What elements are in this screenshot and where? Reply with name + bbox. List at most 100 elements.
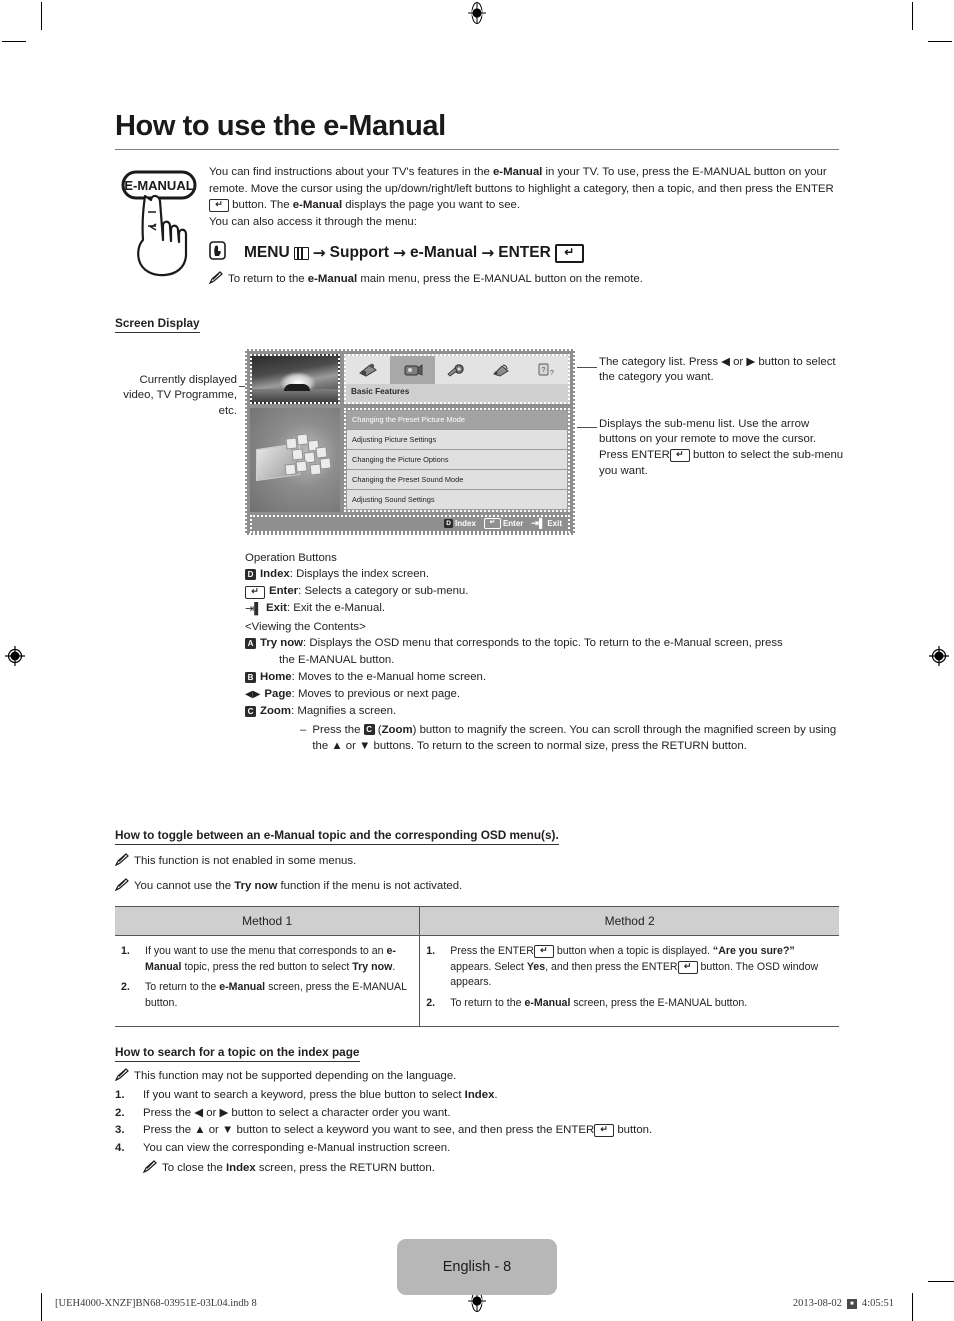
tv-submenu-item[interactable]: Changing the Preset Picture Mode <box>347 410 567 429</box>
enter-key-icon: ↵ <box>209 199 229 213</box>
op-page-name: Page <box>264 687 292 700</box>
m2s1p2: “Are you sure?” <box>712 945 795 958</box>
m1s1p4: . <box>392 960 396 973</box>
cjk-glyph-icon: ■ <box>846 1298 857 1309</box>
tv-artwork-panel <box>250 407 340 512</box>
thumbnail-horizon <box>252 388 338 402</box>
is1c: . <box>494 1089 498 1102</box>
menu-path-menu-label: MENU <box>244 243 290 261</box>
index-step-3: 3. Press the ▲ or ▼ button to select a k… <box>115 1122 839 1139</box>
opbar-exit[interactable]: ⇥▌ Exit <box>531 518 562 529</box>
toggle-note-1-text: This function is not enabled in some men… <box>134 855 357 868</box>
screen-display-heading-wrap: Screen Display <box>115 314 839 333</box>
op-try-now-name: Try now <box>260 637 304 650</box>
leader-line-right-1 <box>577 366 597 368</box>
index-step-1-number: 1. <box>115 1089 125 1102</box>
page-title: How to use the e-Manual <box>115 110 446 142</box>
m2-step2-number: 2. <box>426 996 436 1009</box>
crop-mark-bottom-right-horizontal <box>928 1281 954 1282</box>
list-item: 1. Press the ENTER ↵ button when a topic … <box>426 944 829 990</box>
intro-p1-d: button. The <box>229 199 293 212</box>
category-picture-icon[interactable] <box>390 355 435 384</box>
exit-key-icon: ⇥▌ <box>245 603 263 616</box>
category-channel-icon[interactable] <box>346 355 391 384</box>
m1s2p1: e-Manual <box>219 981 266 994</box>
category-support-icon[interactable]: ?? <box>523 355 569 384</box>
opbar-enter[interactable]: ↵ Enter <box>483 518 524 530</box>
svg-text:E-MANUAL: E-MANUAL <box>124 178 193 193</box>
enter-key-icon: ↵ <box>669 449 690 463</box>
caption-currently-displayed: Currently displayed video, TV Programme,… <box>123 373 237 417</box>
methods-table: Method 1 Method 2 1. If you want to use … <box>115 906 839 1027</box>
op-try-now-line2: the E-MANUAL button. <box>279 654 395 667</box>
footer-file-reference: [UEH4000-XNZF]BN68-03951E-03L04.indb 8 <box>55 1298 257 1309</box>
index-step-2-text: Press the ◀ or ▶ button to select a char… <box>143 1106 451 1119</box>
m2s1p0: Press the ENTER <box>450 945 534 958</box>
menu-path-arrow-2: → <box>393 243 407 262</box>
op-item-enter-text: Enter: Selects a category or sub-menu. <box>269 583 468 599</box>
methods-table-row: 1. If you want to use the menu that corr… <box>115 935 839 1027</box>
op-exit-name: Exit <box>266 602 287 615</box>
op-index-name: Index <box>260 567 290 580</box>
enter-key-icon: ↵ <box>245 586 265 600</box>
op-index-desc: : Displays the index screen. <box>289 567 430 580</box>
viewing-contents-heading: <Viewing the Contents> <box>245 620 366 633</box>
op-enter-desc: : Selects a category or sub-menu. <box>298 585 469 598</box>
menu-path-arrow-3: → <box>481 243 495 262</box>
emanual-button-hand-icon: E-MANUAL <box>115 164 207 285</box>
index-note: This function may not be supported depen… <box>114 1068 839 1087</box>
menu-path-enter-label: ENTER <box>498 243 551 261</box>
op-item-home: B Home: Moves to the e-Manual home scree… <box>245 669 839 686</box>
category-network-icon[interactable] <box>479 355 524 384</box>
m1-step2-number: 2. <box>121 981 130 994</box>
dash-bullet: – <box>300 723 307 736</box>
tv-submenu-item[interactable]: Changing the Preset Sound Mode <box>347 470 567 489</box>
svg-text:?: ? <box>550 370 554 377</box>
enter-key-icon: ↵ <box>594 1124 615 1138</box>
intro-block: E-MANUAL You can find instructions about… <box>115 164 839 290</box>
intro-paragraph-2: You can also access it through the menu: <box>209 215 417 228</box>
toggle-note-2b: Try now <box>234 879 278 892</box>
m2s2p0: To return to the <box>450 996 525 1009</box>
pencil-note-icon <box>208 271 224 290</box>
opbar-enter-label: Enter <box>502 519 524 529</box>
intro-note-a: To return to the <box>228 272 308 285</box>
op-item-enter: ↵ Enter: Selects a category or sub-menu. <box>245 583 839 600</box>
toggle-note-2c: function if the menu is not activated. <box>277 879 463 892</box>
methods-header-method-2: Method 2 <box>419 906 839 937</box>
m1s1p3: Try now <box>352 960 393 973</box>
index-step-1-text: If you want to search a keyword, press t… <box>143 1087 839 1104</box>
tv-category-panel: ?? Basic Features <box>344 353 570 404</box>
toggle-note-2-text: You cannot use the Try now function if t… <box>134 878 462 895</box>
op-zoom-desc: : Magnifies a screen. <box>291 705 397 718</box>
op-zoom-detail-text: Press the C (Zoom) button to magnify the… <box>312 722 839 755</box>
enter-key-large-icon: ↵ <box>554 243 584 263</box>
pencil-note-icon <box>114 853 130 872</box>
green-b-button-icon: B <box>245 671 256 683</box>
m1s2p0: To return to the <box>145 981 220 994</box>
screen-display-diagram: Currently displayed video, TV Programme,… <box>115 348 843 544</box>
svg-text:?: ? <box>541 367 545 374</box>
tv-left-column <box>250 353 340 512</box>
m2-step2-text: To return to the e-Manual screen, press … <box>450 996 829 1011</box>
tv-submenu-item[interactable]: Changing the Picture Options <box>347 450 567 469</box>
op-item-try-now-text: Try now: Displays the OSD menu that corr… <box>260 635 783 651</box>
category-settings-icon[interactable] <box>434 355 480 384</box>
intro-note-b: e-Manual <box>307 272 358 285</box>
method-1-cell: 1. If you want to use the menu that corr… <box>115 935 420 1027</box>
list-item: 2. To return to the e-Manual screen, pre… <box>426 996 829 1011</box>
crop-mark-bottom-right-vertical <box>912 1293 913 1321</box>
operation-buttons-heading: Operation Buttons <box>245 551 337 564</box>
toggle-note-1: This function is not enabled in some men… <box>114 853 839 872</box>
registration-target-left-icon <box>4 645 26 667</box>
index-step-3-number: 3. <box>115 1124 125 1137</box>
opbar-index[interactable]: D Index <box>444 519 476 529</box>
artwork-icon-cluster <box>284 433 338 478</box>
op-zoom-detail: – Press the C (Zoom) button to magnify t… <box>245 722 839 755</box>
index-step-2: 2. Press the ◀ or ▶ button to select a c… <box>115 1105 839 1122</box>
yellow-c-button-icon: C <box>363 723 375 735</box>
method-2-cell: 1. Press the ENTER ↵ button when a topic … <box>419 935 839 1027</box>
tv-submenu-item[interactable]: Adjusting Picture Settings <box>347 430 567 449</box>
zoom-detail-c: ( <box>374 723 382 736</box>
tv-submenu-item[interactable]: Adjusting Sound Settings <box>347 490 567 509</box>
